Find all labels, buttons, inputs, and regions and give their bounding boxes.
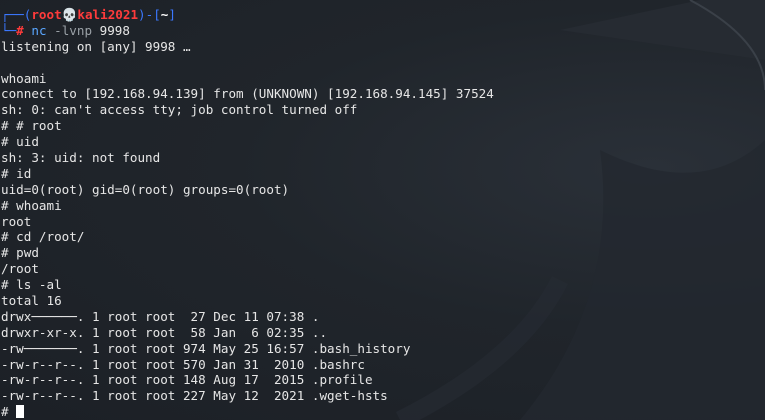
command-args: -lvnp xyxy=(54,22,93,38)
prompt-frame-mid: )-[ xyxy=(138,7,161,22)
output-line: # id xyxy=(1,165,32,181)
output-line: -rw───────. 1 root root 974 May 25 16:57… xyxy=(1,340,411,356)
output-line: # cd /root/ xyxy=(1,229,85,245)
prompt-host: kali2021 xyxy=(77,7,139,22)
prompt-line-command: └─# nc -lvnp 9998 xyxy=(1,23,494,39)
output-line: # # root xyxy=(1,118,62,134)
output-line: -rw-r--r--. 1 root root 570 Jan 31 2010 … xyxy=(1,356,365,372)
output-line: # uid xyxy=(1,134,39,150)
output-line: uid=0(root) gid=0(root) groups=0(root) xyxy=(1,181,290,197)
output-line: sh: 0: can't access tty; job control tur… xyxy=(1,102,358,118)
command-name: nc xyxy=(31,22,47,38)
output-line: # pwd xyxy=(1,245,39,261)
command-port: 9998 xyxy=(99,22,130,38)
prompt-user: root xyxy=(31,7,62,22)
output-line: # ls -al xyxy=(1,277,62,293)
output-line: /root xyxy=(1,261,39,277)
input-line[interactable]: # xyxy=(1,404,494,420)
output-line: -rw-r--r--. 1 root root 148 Aug 17 2015 … xyxy=(1,372,373,388)
terminal-output: ┌──(root💀kali2021)-[~] └─# nc -lvnp 9998… xyxy=(1,7,494,420)
output-line: drwxr-xr-x. 1 root root 58 Jan 6 02:35 .… xyxy=(1,324,328,340)
prompt-hash: # xyxy=(16,22,24,38)
output-line: # whoami xyxy=(1,197,62,213)
output-line: drwx──────. 1 root root 27 Dec 11 07:38 … xyxy=(1,308,320,324)
output-line: connect to [192.168.94.139] from (UNKNOW… xyxy=(1,86,494,102)
final-prompt: # xyxy=(1,404,17,420)
terminal-window[interactable]: ┌──(root💀kali2021)-[~] └─# nc -lvnp 9998… xyxy=(0,0,765,420)
output-line xyxy=(1,55,494,71)
text-cursor xyxy=(16,405,25,419)
prompt-frame-close: ] xyxy=(168,7,176,22)
prompt-line-top: ┌──(root💀kali2021)-[~] xyxy=(1,7,494,23)
output-line: -rw-r--r--. 1 root root 227 May 12 2021 … xyxy=(1,388,388,404)
output-line: root xyxy=(1,213,32,229)
output-line: sh: 3: uid: not found xyxy=(1,150,161,166)
prompt-frame-top: ┌──( xyxy=(1,7,32,22)
output-line: listening on [any] 9998 … xyxy=(1,38,191,54)
output-line: whoami xyxy=(1,70,47,86)
skull-icon: 💀 xyxy=(61,7,78,22)
prompt-frame-bottom: └─ xyxy=(1,22,17,38)
output-line: total 16 xyxy=(1,293,62,309)
